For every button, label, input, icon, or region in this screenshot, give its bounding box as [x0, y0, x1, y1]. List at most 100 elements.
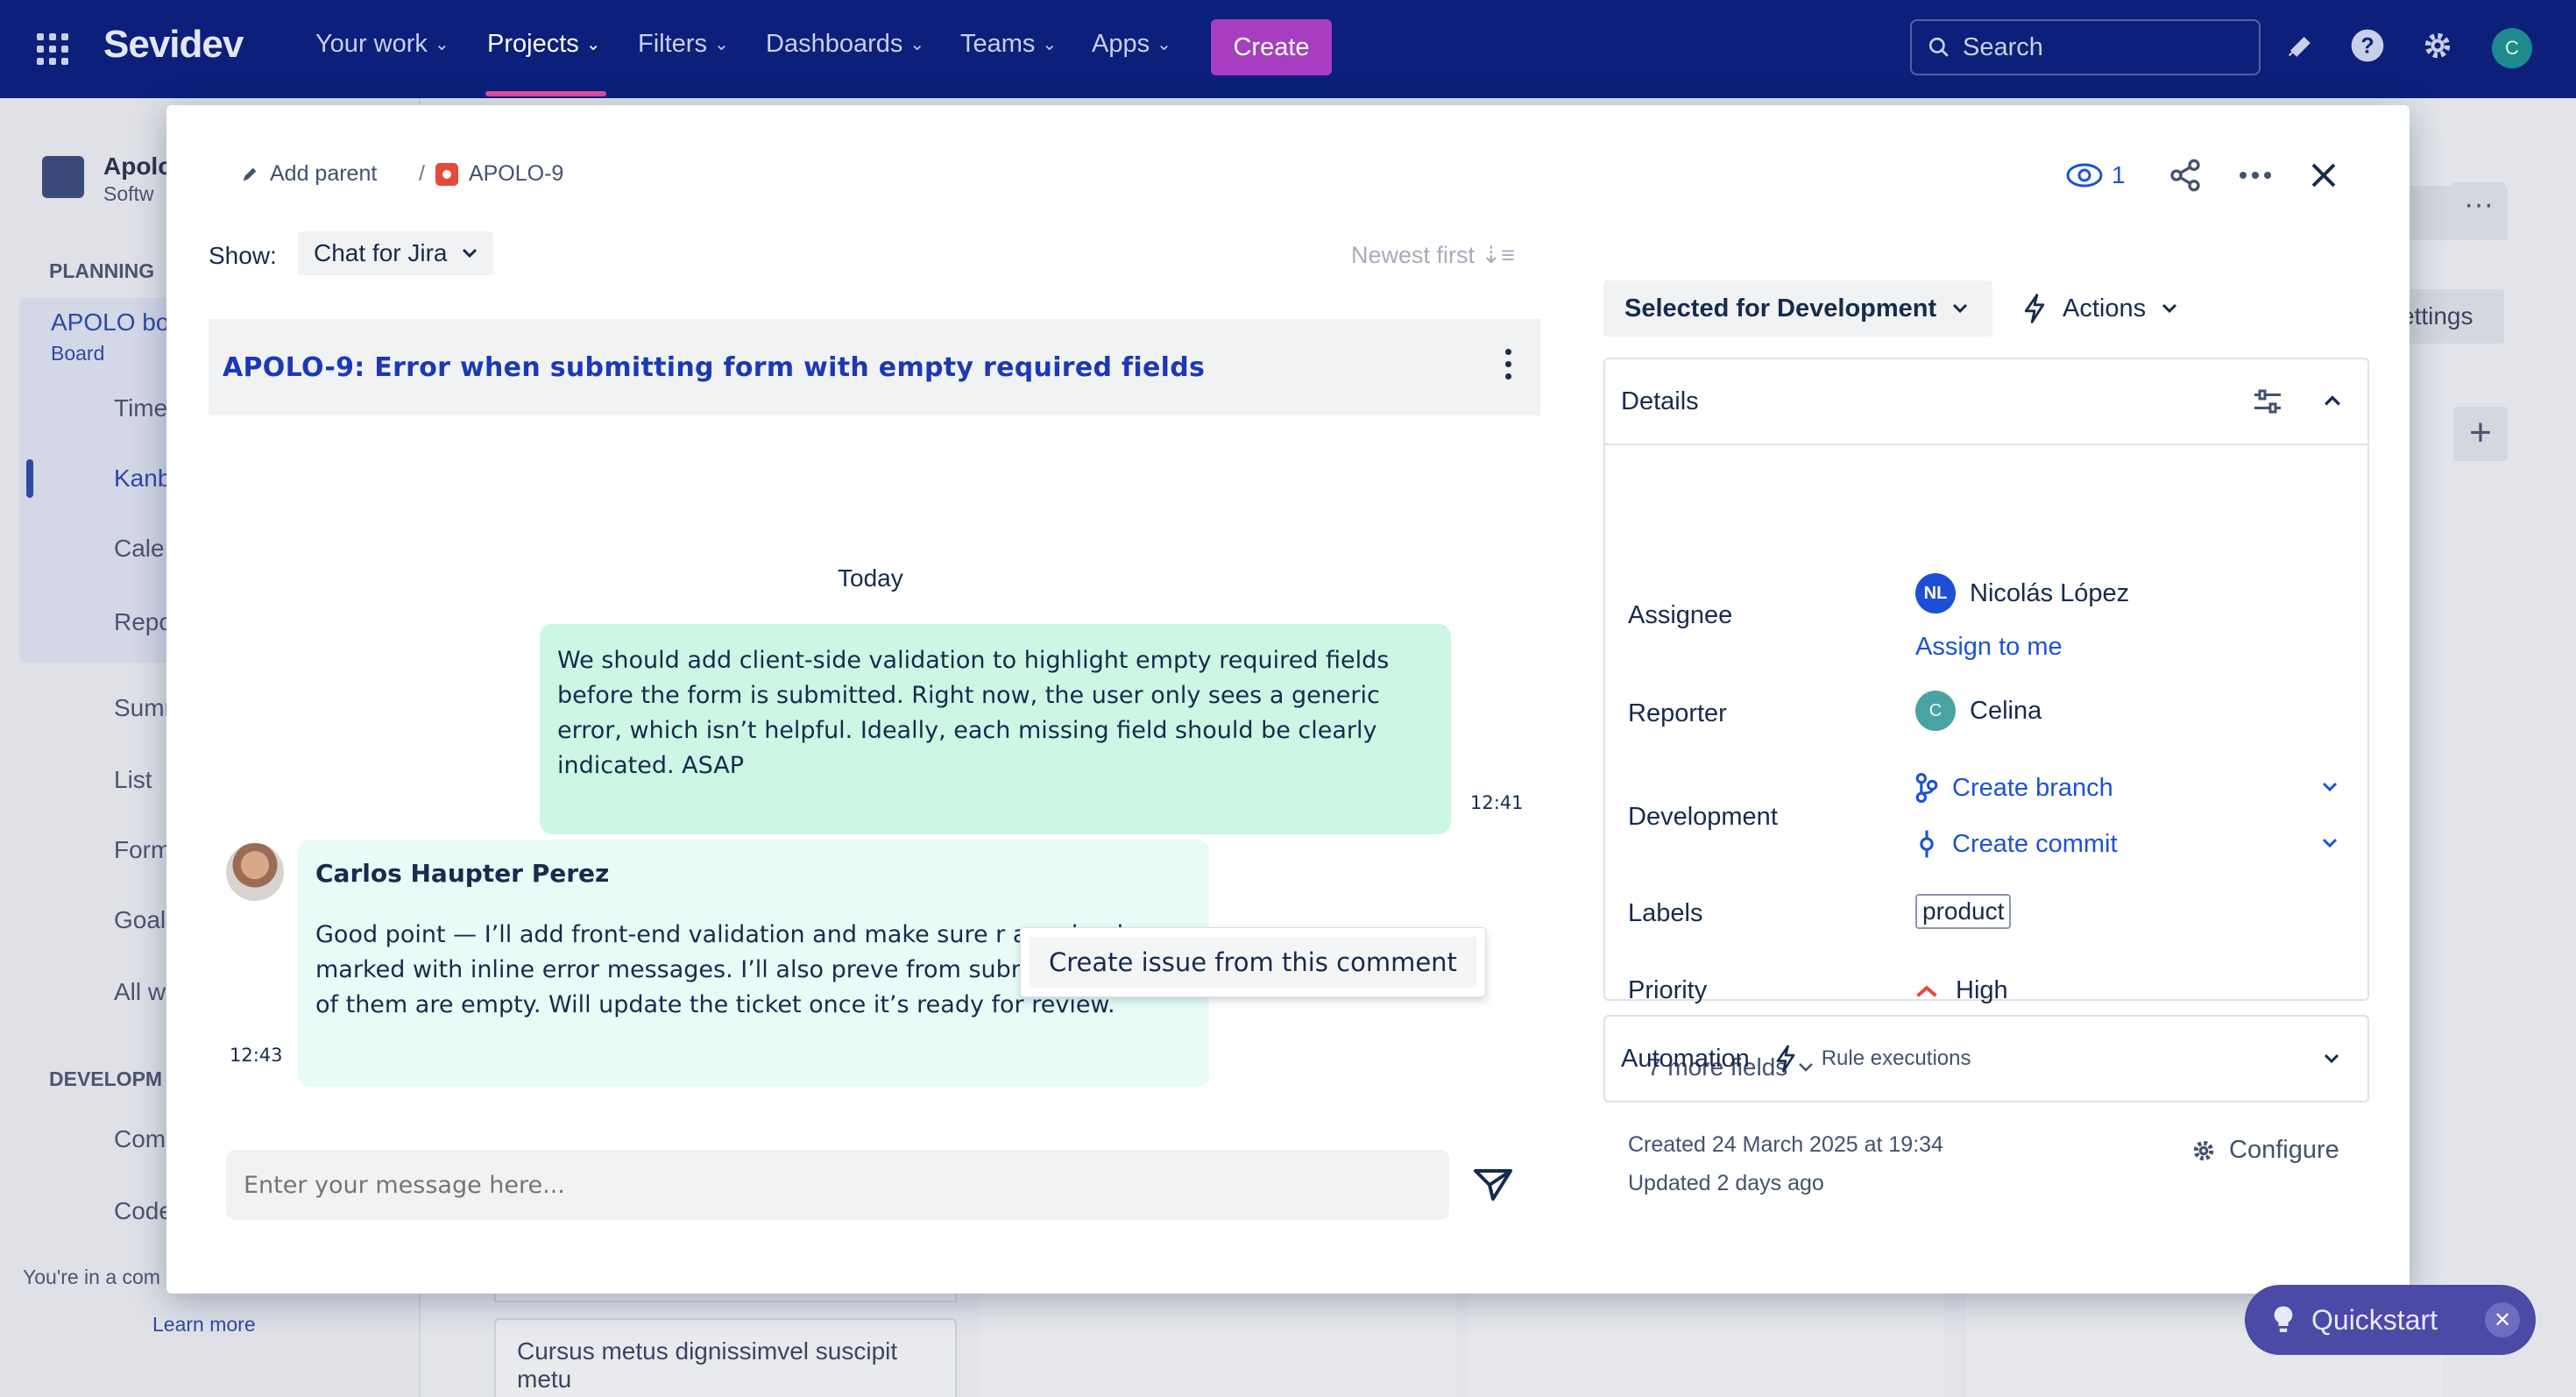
search-icon	[1928, 37, 1949, 57]
sidebar-footer-text: You're in a com	[23, 1266, 160, 1288]
project-name: Apolo	[103, 152, 173, 180]
assignee-field[interactable]: NL Nicolás López	[1915, 573, 2129, 613]
close-icon[interactable]: ✕	[2485, 1302, 2520, 1337]
issue-modal: Add parent / APOLO-9 1 Show: Chat for Ji…	[166, 105, 2410, 1294]
watch-button[interactable]: 1	[2066, 154, 2126, 196]
vertical-more-icon[interactable]	[1505, 349, 1512, 379]
app-switcher-icon[interactable]	[37, 33, 68, 65]
status-dropdown[interactable]: Selected for Development	[1603, 280, 1992, 337]
nav-your-work[interactable]: Your work ⌄	[315, 30, 449, 59]
more-actions-icon[interactable]	[2238, 154, 2273, 196]
sidebar-item-all-work[interactable]: All w	[114, 978, 166, 1006]
label-chip[interactable]: product	[1915, 894, 2012, 929]
create-issue-from-comment-item[interactable]: Create issue from this comment	[1030, 937, 1476, 988]
share-icon[interactable]	[2168, 154, 2203, 196]
search-input[interactable]: Search	[1910, 19, 2261, 75]
chevron-down-icon: ⌄	[1157, 35, 1171, 54]
close-icon[interactable]	[2308, 154, 2339, 196]
chevron-down-icon: ⌄	[909, 35, 925, 54]
sidebar-item-calendar[interactable]: Cale	[114, 535, 165, 563]
chat-issue-title[interactable]: APOLO-9: Error when submitting form with…	[223, 352, 1205, 383]
quickstart-button[interactable]: Quickstart ✕	[2245, 1285, 2536, 1355]
sidebar-item-list[interactable]: List	[114, 766, 152, 794]
project-avatar	[42, 156, 84, 198]
automation-panel[interactable]: Automation Rule executions	[1603, 1015, 2369, 1103]
project-type: Softw	[103, 182, 154, 205]
planning-heading: PLANNING	[49, 259, 155, 282]
pencil-icon	[243, 167, 257, 181]
configure-fields-icon[interactable]	[2252, 387, 2283, 415]
actions-dropdown[interactable]: Actions	[2022, 280, 2177, 337]
nav-projects[interactable]: Projects ⌄	[487, 30, 601, 59]
board-column	[1468, 1294, 1945, 1397]
message-time: 12:43	[230, 1045, 283, 1066]
active-sidebar-indicator	[26, 459, 33, 498]
lightbulb-icon	[2274, 1306, 2293, 1332]
add-column-icon[interactable]: +	[2453, 407, 2508, 461]
reporter-field[interactable]: C Celina	[1915, 691, 2042, 731]
help-icon[interactable]: ?	[2348, 26, 2387, 65]
sidebar-board-sub: Board	[51, 342, 105, 365]
commit-icon	[1920, 830, 1934, 858]
chevron-down-icon[interactable]	[2322, 782, 2338, 792]
chevron-up-icon[interactable]	[2324, 394, 2341, 407]
sidebar-item-timeline[interactable]: Time	[114, 394, 167, 422]
sidebar-item-forms[interactable]: Form	[114, 836, 171, 864]
add-parent-button[interactable]: Add parent	[240, 161, 377, 187]
create-commit-link[interactable]: Create commit	[1915, 829, 2353, 859]
sidebar-item-kanban[interactable]: Kanb	[114, 464, 171, 493]
message-context-menu: Create issue from this comment	[1020, 927, 1486, 997]
day-separator: Today	[838, 564, 903, 592]
lightning-icon	[1776, 1045, 1795, 1073]
chevron-down-icon[interactable]	[2322, 838, 2338, 848]
priority-field[interactable]: High	[1915, 976, 2008, 1005]
notifications-icon[interactable]	[2280, 26, 2318, 65]
lightning-icon	[2024, 294, 2045, 323]
settings-gear-icon[interactable]	[2418, 26, 2457, 65]
updated-date: Updated 2 days ago	[1628, 1171, 1824, 1195]
sidebar-item-code[interactable]: Code	[114, 1197, 173, 1225]
send-icon[interactable]	[1472, 1164, 1514, 1206]
sidebar-item-reports[interactable]: Repo	[114, 608, 173, 636]
chevron-down-icon	[462, 248, 477, 259]
top-navigation: Sevidev Your work ⌄ Projects ⌄ Filters ⌄ Da…	[0, 0, 2576, 98]
avatar: NL	[1915, 573, 1956, 613]
sort-toggle[interactable]: Newest first ⇣≡	[1351, 242, 1515, 269]
active-nav-indicator	[485, 91, 606, 96]
chevron-down-icon	[2324, 1053, 2339, 1064]
product-logo[interactable]: Sevidev	[103, 23, 244, 67]
card-title: Cursus metus dignissimvel suscipit metu	[517, 1337, 898, 1393]
nav-filters[interactable]: Filters ⌄	[638, 30, 729, 59]
reporter-label: Reporter	[1628, 699, 1727, 727]
outgoing-message: We should add client-side validation to …	[540, 624, 1451, 834]
user-avatar[interactable]: C	[2492, 28, 2532, 68]
board-card[interactable]: Cursus metus dignissimvel suscipit metu	[494, 1318, 957, 1397]
chat-issue-header: APOLO-9: Error when submitting form with…	[209, 319, 1540, 415]
nav-apps[interactable]: Apps ⌄	[1092, 30, 1171, 59]
message-author: Carlos Haupter Perez	[315, 859, 610, 888]
nav-dashboards[interactable]: Dashboards ⌄	[766, 30, 924, 59]
create-button[interactable]: Create	[1211, 19, 1332, 75]
issue-key-link[interactable]: APOLO-9	[469, 161, 563, 187]
board-column	[980, 1294, 1456, 1397]
message-input[interactable]	[226, 1150, 1449, 1220]
sidebar-board-link[interactable]: APOLO bo	[51, 308, 169, 337]
board-settings-button[interactable]: ettings	[2401, 289, 2504, 344]
chat-source-select[interactable]: Chat for Jira	[298, 231, 493, 275]
nav-teams[interactable]: Teams ⌄	[960, 30, 1057, 59]
show-label: Show:	[209, 242, 277, 269]
priority-high-icon	[1916, 985, 1937, 997]
learn-more-link[interactable]: Learn more	[152, 1313, 256, 1337]
gear-icon	[2193, 1140, 2214, 1160]
assign-to-me-link[interactable]: Assign to me	[1915, 633, 2063, 662]
chevron-down-icon: ⌄	[1042, 35, 1058, 54]
more-options-icon[interactable]: ···	[2452, 182, 2506, 237]
create-branch-link[interactable]: Create branch	[1915, 773, 2353, 803]
configure-button[interactable]: Configure	[2190, 1136, 2339, 1165]
labels-field[interactable]: product	[1915, 894, 2012, 929]
details-header[interactable]: Details	[1605, 359, 2367, 445]
sort-icon: ⇣≡	[1481, 242, 1515, 268]
message-time: 12:41	[1470, 792, 1524, 813]
eye-icon	[2066, 163, 2103, 188]
svg-text:?: ?	[2360, 33, 2374, 58]
